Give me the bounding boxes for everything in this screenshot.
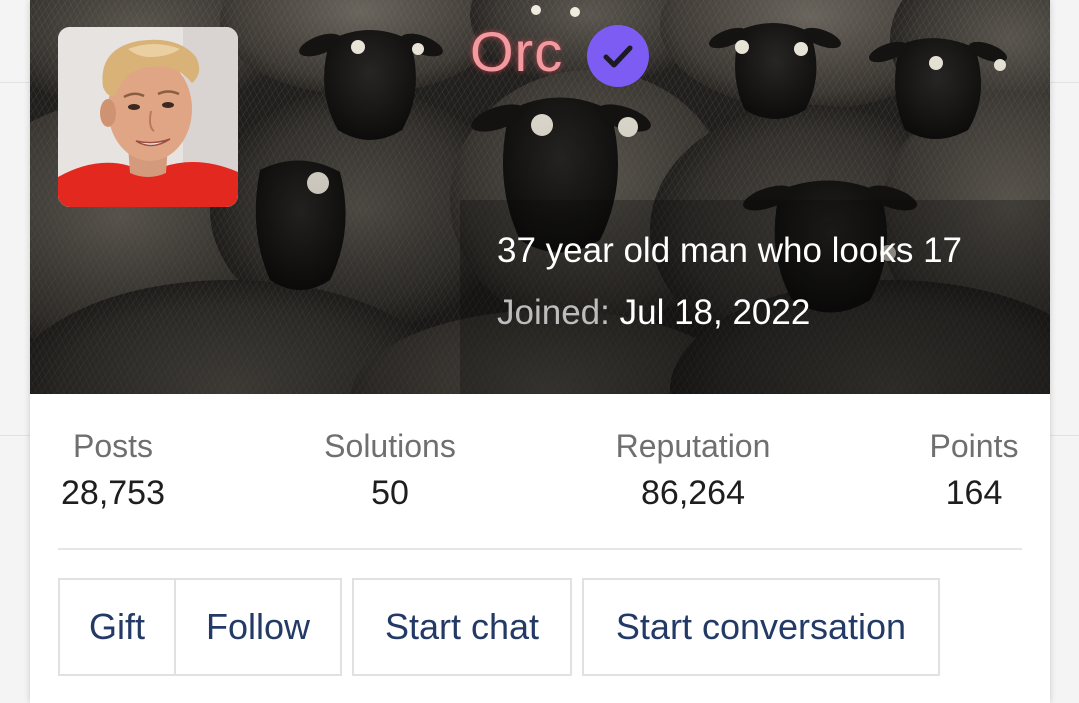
joined-label: Joined: (497, 293, 610, 332)
stat-solutions[interactable]: Solutions 50 (324, 424, 456, 518)
avatar-image (58, 27, 238, 207)
avatar[interactable] (58, 27, 238, 207)
follow-button[interactable]: Follow (174, 578, 342, 676)
stat-label: Posts (72, 428, 154, 464)
stat-value: 86,264 (641, 474, 745, 512)
stat-value: 50 (371, 474, 409, 512)
stat-posts[interactable]: Posts 28,753 (61, 424, 165, 518)
gift-button[interactable]: Gift (58, 578, 176, 676)
username[interactable]: Orc (470, 20, 563, 84)
stat-label: Reputation (615, 428, 771, 464)
stat-points[interactable]: Points 164 (930, 424, 1019, 518)
joined-date-line: Joined: Jul 18, 2022 (497, 292, 810, 334)
verified-badge (587, 25, 649, 87)
stat-label: Points (929, 428, 1019, 464)
start-chat-button[interactable]: Start chat (352, 578, 572, 676)
start-conversation-button[interactable]: Start conversation (582, 578, 940, 676)
profile-card: Orc 37 year old man who looks 17 Joined:… (30, 0, 1050, 703)
stat-value: 164 (945, 474, 1003, 512)
stat-value: 28,753 (61, 474, 165, 512)
background-divider (0, 435, 30, 436)
profile-tagline: 37 year old man who looks 17 (497, 231, 962, 270)
background-divider (1050, 82, 1079, 83)
profile-banner: Orc 37 year old man who looks 17 Joined:… (30, 0, 1050, 394)
background-divider (1050, 435, 1079, 436)
check-badge-icon (603, 45, 633, 68)
stats-divider (58, 548, 1022, 550)
stat-reputation[interactable]: Reputation 86,264 (616, 424, 771, 518)
stat-label: Solutions (324, 428, 456, 464)
background-divider (0, 82, 30, 83)
joined-date: Jul 18, 2022 (619, 293, 811, 332)
